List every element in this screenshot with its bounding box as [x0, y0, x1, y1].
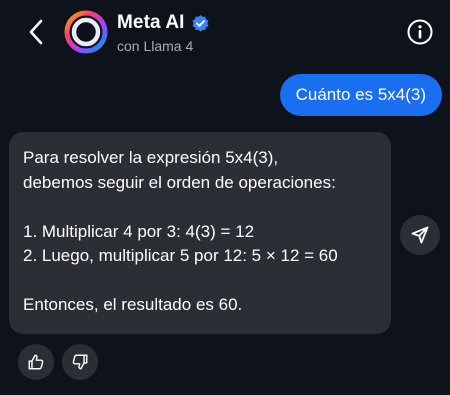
- header-title-row: Meta AI: [117, 12, 210, 34]
- ai-message-bubble[interactable]: Para resolver la expresión 5x4(3), debem…: [9, 132, 391, 334]
- user-message-bubble[interactable]: Cuánto es 5x4(3): [279, 74, 442, 116]
- share-button[interactable]: [400, 215, 440, 255]
- chat-title: Meta AI: [117, 12, 185, 33]
- ai-message-line: 2. Luego, multiplicar 5 por 12: 5 × 12 =…: [23, 246, 338, 265]
- info-circle-icon: [407, 19, 433, 45]
- ai-message-line: [23, 269, 377, 294]
- chat-subtitle: con Llama 4: [117, 38, 194, 54]
- meta-ai-ring-icon: [64, 10, 108, 54]
- ai-message-line: [23, 195, 377, 220]
- back-button[interactable]: [20, 14, 52, 50]
- info-button[interactable]: [406, 18, 434, 46]
- thumbs-up-icon: [28, 354, 44, 370]
- thumbs-down-icon: [72, 354, 88, 370]
- chat-screen: Meta AI con Llama 4 Cuánto es 5x4(3) Par…: [0, 0, 450, 395]
- ai-message-line: Para resolver la expresión 5x4(3),: [23, 148, 279, 167]
- like-button[interactable]: [18, 344, 54, 380]
- meta-ai-avatar[interactable]: [64, 10, 108, 54]
- chevron-left-icon: [29, 19, 43, 45]
- ai-message-line: Entonces, el resultado es 60.: [23, 295, 243, 314]
- dislike-button[interactable]: [62, 344, 98, 380]
- verified-badge-icon: [192, 14, 209, 32]
- ai-message-line: 1. Multiplicar 4 por 3: 4(3) = 12: [23, 221, 255, 241]
- user-message-text: Cuánto es 5x4(3): [295, 85, 426, 104]
- ai-message-line: debemos seguir el orden de operaciones:: [23, 172, 336, 192]
- send-icon: [411, 226, 429, 244]
